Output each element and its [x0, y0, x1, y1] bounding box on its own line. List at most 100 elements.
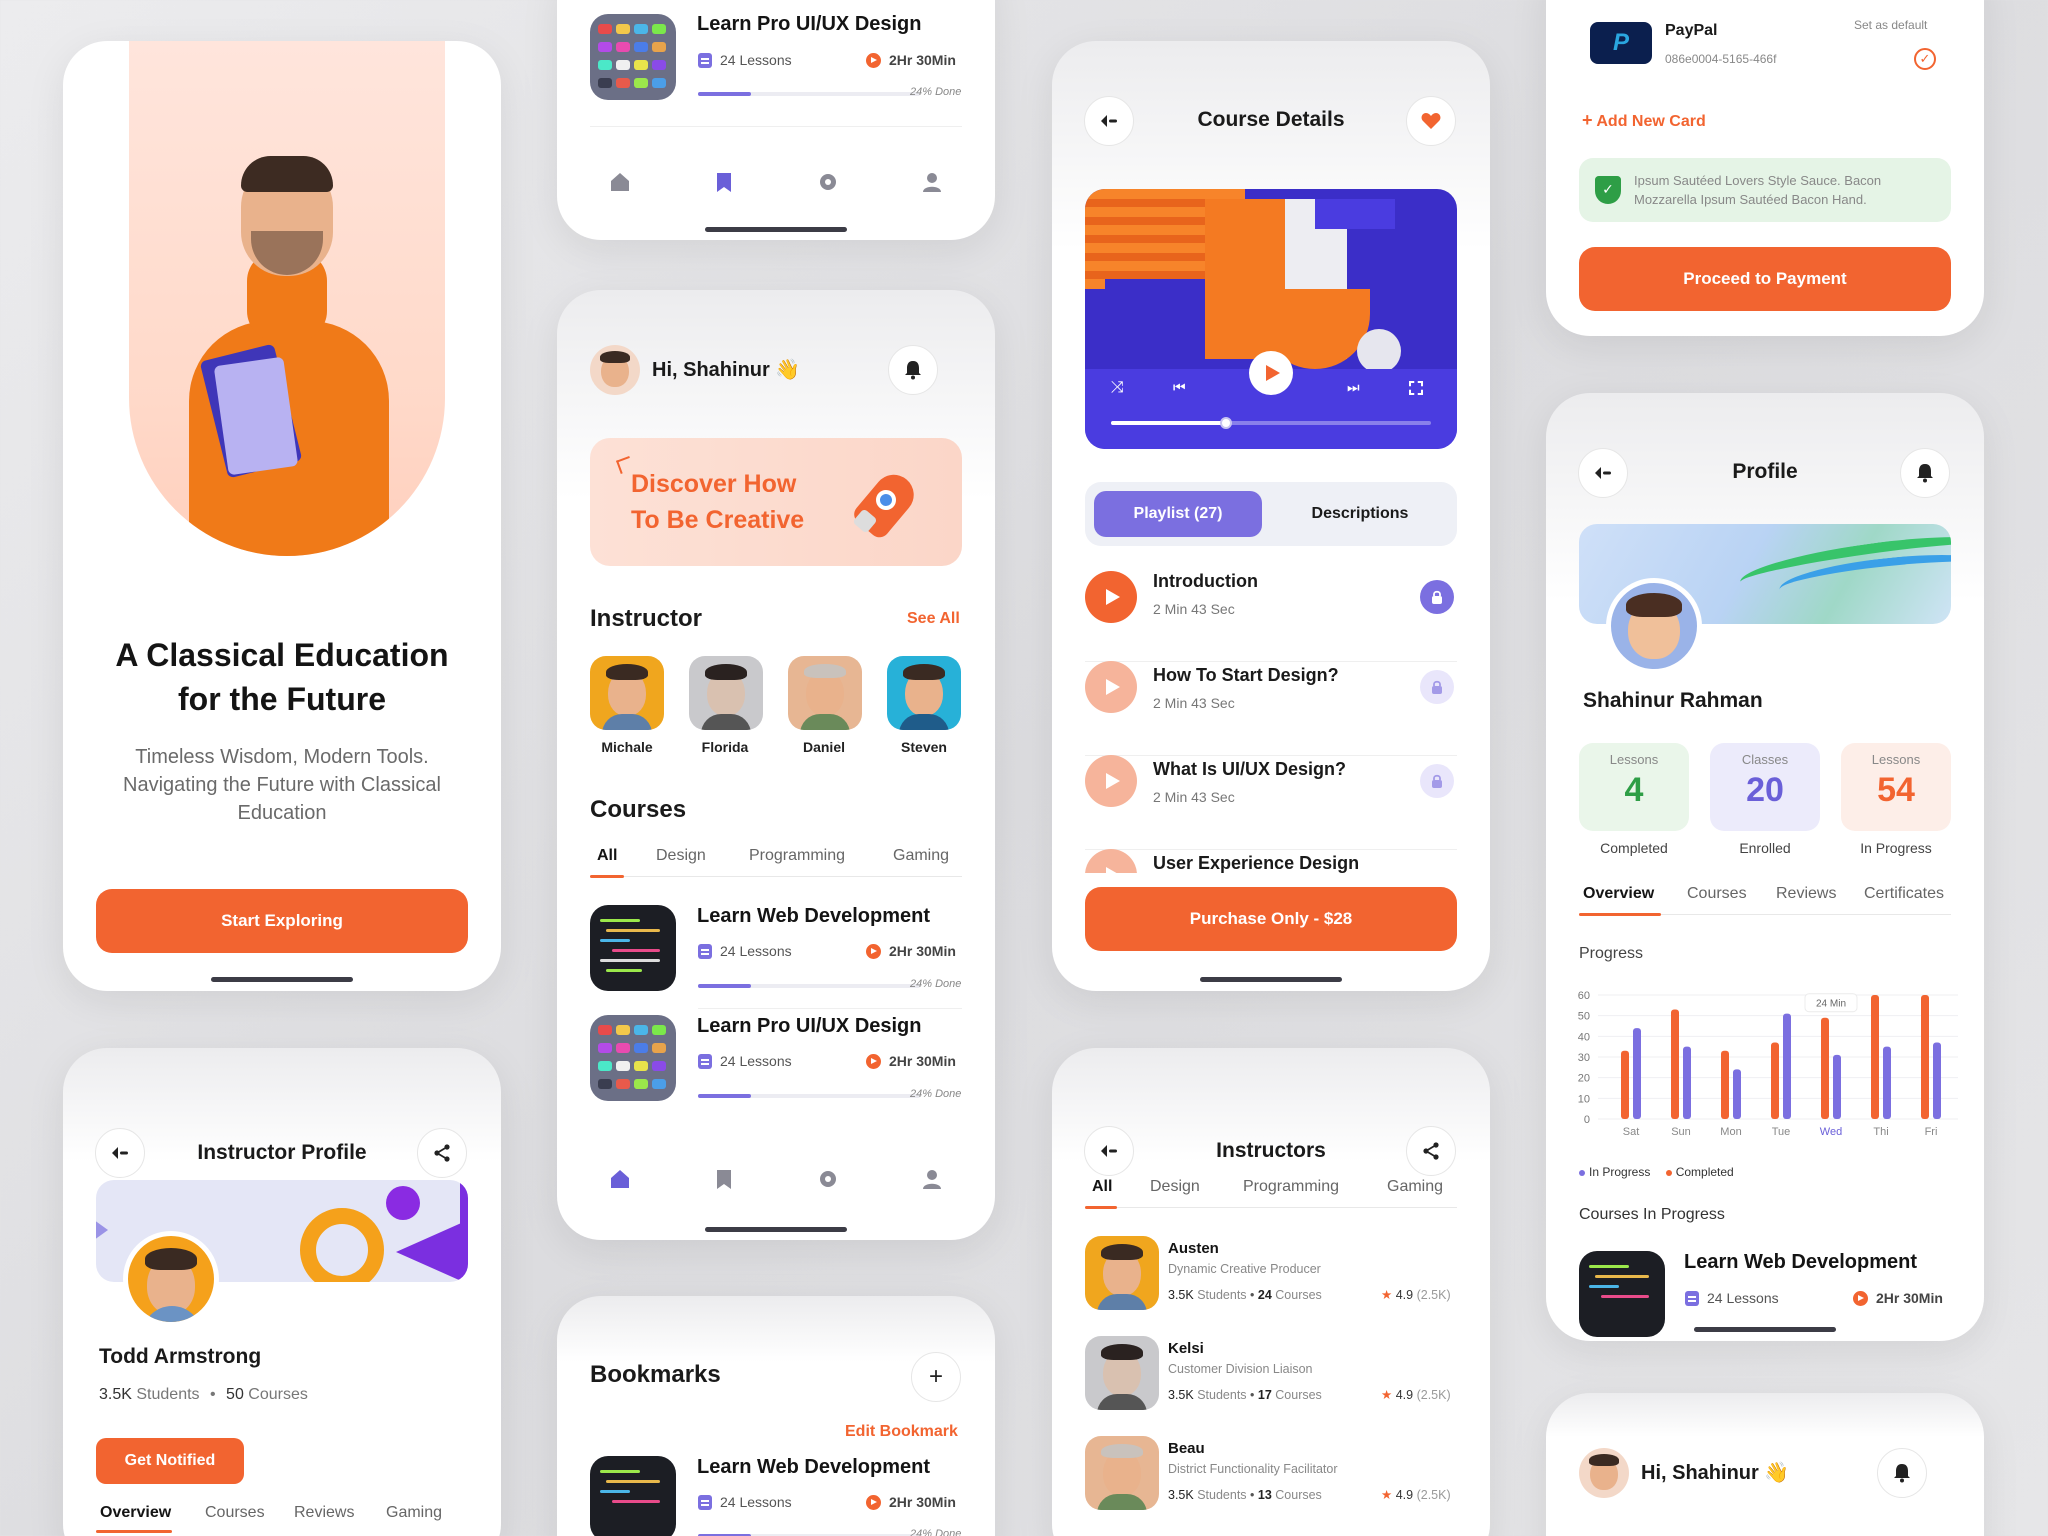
instructor-name: Florida — [701, 739, 749, 755]
tab-overview[interactable]: Overview — [100, 1504, 171, 1522]
x-tick-label: Tue — [1772, 1126, 1791, 1138]
screen-title: Bookmarks — [590, 1361, 721, 1388]
video-player[interactable]: ⤨ ⏮ ⏭ — [1085, 189, 1457, 449]
play-button[interactable] — [1249, 351, 1293, 395]
tab-courses[interactable]: Courses — [1687, 885, 1747, 903]
tab-gaming[interactable]: Gaming — [1387, 1178, 1443, 1196]
notification-button[interactable] — [1900, 448, 1950, 498]
tooltip-label: 24 Min — [1816, 999, 1846, 1010]
tab-underline — [1579, 913, 1661, 916]
video-seekbar[interactable] — [1111, 417, 1431, 429]
tab-courses[interactable]: Courses — [205, 1504, 265, 1522]
greeting: Hi, Shahinur 👋 — [652, 359, 801, 381]
chart-legend: In Progress Completed — [1579, 1165, 1734, 1179]
tab-programming[interactable]: Programming — [1243, 1178, 1339, 1196]
payment-method-id: 086e0004-5165-466f — [1665, 52, 1777, 66]
next-icon[interactable]: ⏭ — [1347, 379, 1360, 396]
bookmark-icon[interactable] — [713, 1168, 735, 1190]
notification-button[interactable] — [1877, 1448, 1927, 1498]
play-icon — [1085, 849, 1137, 873]
instructor-avatar-michale[interactable] — [590, 656, 664, 730]
tab-programming[interactable]: Programming — [749, 847, 845, 865]
home-screen: Hi, Shahinur 👋 Discover How To Be Creati… — [557, 290, 995, 1240]
course-thumbnail — [590, 905, 676, 991]
lock-icon — [1420, 580, 1454, 614]
favorite-button[interactable] — [1406, 96, 1456, 146]
stat-enrolled: Classes 20 — [1710, 743, 1820, 831]
share-icon — [434, 1144, 450, 1162]
see-all-link[interactable]: See All — [907, 610, 960, 628]
lesson-item[interactable]: Introduction 2 Min 43 Sec — [1085, 567, 1457, 661]
gear-icon[interactable] — [817, 1168, 839, 1190]
user-icon[interactable] — [921, 171, 943, 193]
proceed-to-payment-button[interactable]: Proceed to Payment — [1579, 247, 1951, 311]
stat-caption: Enrolled — [1739, 840, 1791, 856]
tab-gaming[interactable]: Gaming — [386, 1504, 442, 1522]
course-thumbnail — [590, 1456, 676, 1536]
promo-banner[interactable]: Discover How To Be Creative — [590, 438, 962, 566]
start-exploring-button[interactable]: Start Exploring — [96, 889, 468, 953]
star-icon: ★ — [1381, 1388, 1393, 1402]
lesson-duration: 2 Min 43 Sec — [1153, 695, 1235, 711]
tab-design[interactable]: Design — [1150, 1178, 1200, 1196]
home-icon[interactable] — [609, 1168, 631, 1190]
instructor-row[interactable]: Beau District Functionality Facilitator … — [1085, 1436, 1457, 1512]
tab-underline — [96, 1530, 172, 1533]
lesson-item[interactable]: How To Start Design? 2 Min 43 Sec — [1085, 661, 1457, 755]
chart-bar — [1621, 1050, 1629, 1119]
add-bookmark-button[interactable]: + — [911, 1352, 961, 1402]
instructor-row[interactable]: Austen Dynamic Creative Producer 3.5K St… — [1085, 1236, 1457, 1312]
user-icon[interactable] — [921, 1168, 943, 1190]
add-new-card-link[interactable]: + Add New Card — [1582, 110, 1706, 131]
chart-bar — [1833, 1054, 1841, 1119]
tab-all[interactable]: All — [597, 847, 617, 865]
lesson-item[interactable]: User Experience Design — [1085, 849, 1457, 873]
tab-descriptions[interactable]: Descriptions — [1271, 491, 1449, 537]
share-button[interactable] — [1406, 1126, 1456, 1176]
home-screen-preview: Hi, Shahinur 👋 — [1546, 1393, 1984, 1536]
progress-chart: 0 10 20 30 40 50 60 Sat Sun Mon Tue Wed 24 Min Thi Fri — [1578, 990, 1958, 1138]
get-notified-button[interactable]: Get Notified — [96, 1438, 244, 1484]
tab-overview[interactable]: Overview — [1583, 885, 1654, 903]
lesson-title: Introduction — [1153, 571, 1258, 591]
purchase-button[interactable]: Purchase Only - $28 — [1085, 887, 1457, 951]
course-lessons: 24 Lessons — [698, 1494, 792, 1510]
instructor-name: Steven — [901, 739, 947, 755]
edit-bookmark-link[interactable]: Edit Bookmark — [845, 1423, 958, 1441]
avatar — [1606, 578, 1702, 674]
bookmark-icon[interactable] — [713, 171, 735, 193]
share-button[interactable] — [417, 1128, 467, 1178]
instructors-screen: Instructors All Design Programming Gamin… — [1052, 1048, 1490, 1536]
course-progress — [698, 92, 920, 96]
course-card[interactable]: Learn Web Development 24 Lessons 2Hr 30M… — [590, 905, 962, 995]
tab-gaming[interactable]: Gaming — [893, 847, 949, 865]
notification-button[interactable] — [888, 345, 938, 395]
chart-bar — [1633, 1028, 1641, 1119]
shuffle-icon[interactable]: ⤨ — [1111, 379, 1124, 397]
tab-design[interactable]: Design — [656, 847, 706, 865]
tab-certificates[interactable]: Certificates — [1864, 885, 1944, 903]
fullscreen-icon[interactable] — [1409, 381, 1423, 395]
home-indicator — [1200, 977, 1342, 982]
lesson-item[interactable]: What Is UI/UX Design? 2 Min 43 Sec — [1085, 755, 1457, 849]
tab-reviews[interactable]: Reviews — [294, 1504, 354, 1522]
instructor-row[interactable]: Kelsi Customer Division Liaison 3.5K Stu… — [1085, 1336, 1457, 1412]
instructor-role: District Functionality Facilitator — [1168, 1462, 1338, 1476]
star-icon: ★ — [1381, 1488, 1393, 1502]
home-icon[interactable] — [609, 171, 631, 193]
chart-bar — [1733, 1069, 1741, 1119]
instructor-avatar-daniel[interactable] — [788, 656, 862, 730]
previous-icon[interactable]: ⏮ — [1173, 379, 1186, 396]
instructor-avatar-florida[interactable] — [689, 656, 763, 730]
check-circle-icon[interactable]: ✓ — [1914, 48, 1936, 70]
instructor-avatar-steven[interactable] — [887, 656, 961, 730]
greeting: Hi, Shahinur 👋 — [1641, 1462, 1790, 1484]
course-details-screen: Course Details ⤨ ⏮ ⏭ Playlist (27) Descr… — [1052, 41, 1490, 991]
course-card[interactable]: Learn Pro UI/UX Design 24 Lessons 2Hr 30… — [590, 1015, 962, 1105]
course-progress — [698, 1094, 920, 1098]
x-tick-label: Mon — [1720, 1126, 1741, 1138]
gear-icon[interactable] — [817, 171, 839, 193]
tab-all[interactable]: All — [1092, 1178, 1112, 1196]
tab-reviews[interactable]: Reviews — [1776, 885, 1836, 903]
tab-playlist[interactable]: Playlist (27) — [1094, 491, 1262, 537]
